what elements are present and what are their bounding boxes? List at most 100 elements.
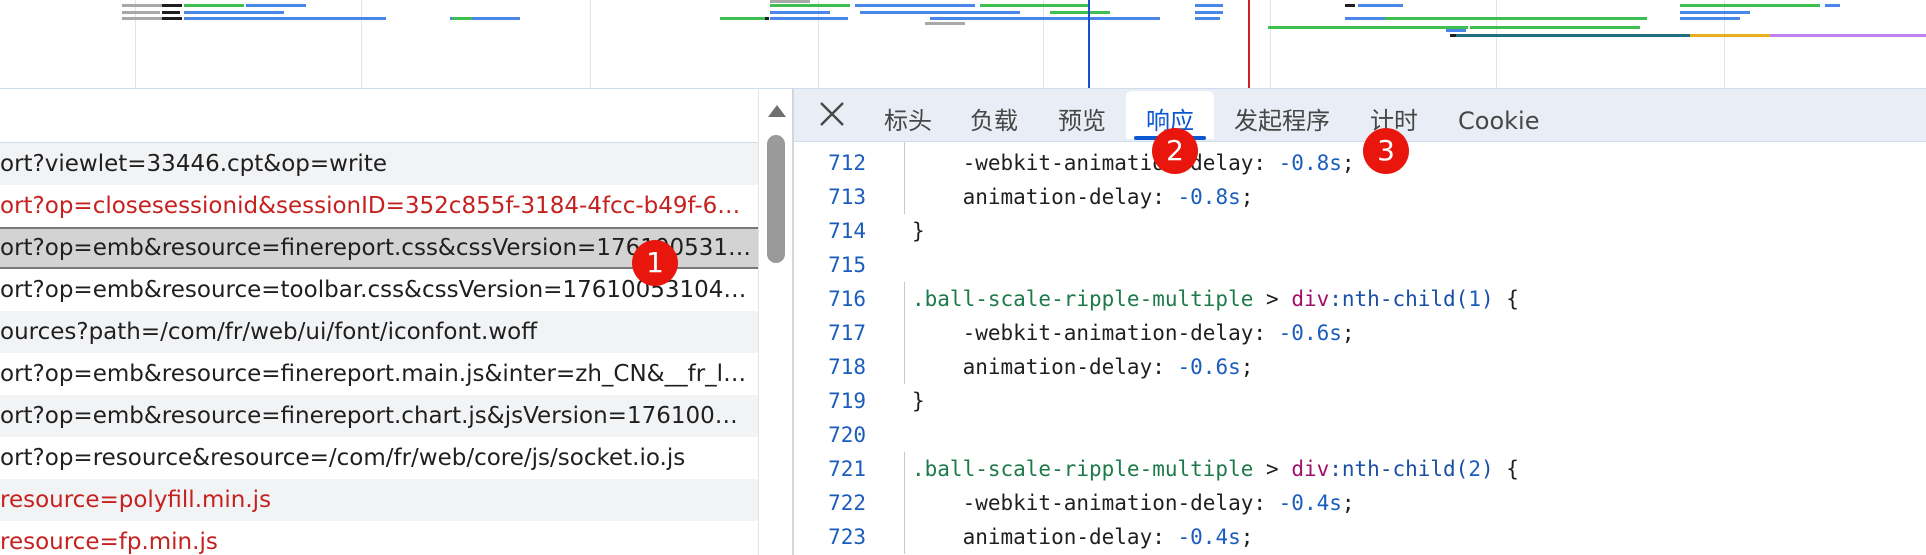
request-list-scrollbar[interactable] [758,89,792,555]
request-row[interactable]: ort?op=emb&resource=finereport.main.js&i… [0,353,758,395]
timeline-bar [770,0,810,3]
indent-guide [904,142,905,214]
close-icon[interactable] [816,98,848,130]
timeline-bar [770,11,830,14]
timeline-bar [1470,26,1640,29]
timeline-bar [1050,11,1110,14]
line-number: 720 [828,423,866,447]
timeline-bar [1195,17,1220,20]
timeline-bar [162,17,182,20]
timeline-bar [770,4,850,7]
timeline-bar [1770,34,1926,37]
code-text: .ball-scale-ripple-multiple > div:nth-ch… [912,282,1519,316]
code-token: -0.6s [1177,355,1241,379]
code-token: ) [1480,457,1494,481]
code-token: -0.4s [1177,525,1241,549]
timeline-bar [980,4,1090,7]
code-token: 2 [1468,457,1481,481]
code-token: -0.8s [1177,185,1241,209]
timeline-bar [720,17,765,20]
response-code-view[interactable]: 712 -webkit-animation-delay: -0.8s; 713 a… [794,142,1926,555]
timeline-bar [184,11,284,14]
code-token: -0.6s [1278,321,1342,345]
tab-payload[interactable]: 负载 [950,91,1038,139]
line-number: 717 [828,321,866,345]
code-text: -webkit-animation-delay: -0.6s; [912,316,1355,350]
timeline-bar [1345,17,1385,20]
code-token: :nth-child( [1329,287,1469,311]
load-event-marker [1248,0,1250,88]
scrollbar-thumb[interactable] [767,135,785,263]
timeline-bar [1345,4,1355,7]
timeline-bar [1680,17,1740,20]
line-number: 719 [828,389,866,413]
code-text: } [912,214,925,248]
code-token: -webkit-animation-delay: [912,151,1279,175]
code-text: -webkit-animation-delay: -0.8s; [912,146,1355,180]
timeline-bar [122,17,162,20]
timeline-bar [184,17,386,20]
code-token: animation-delay: [912,525,1178,549]
request-row[interactable]: resource=fp.min.js [0,521,758,555]
timeline-bar [860,11,1020,14]
timeline-bar [1680,4,1820,7]
timeline-bar [925,22,965,25]
code-token: ; [1240,355,1254,379]
code-text: } [912,384,925,418]
scroll-up-arrow-icon[interactable] [768,105,786,117]
timeline-bar [162,4,182,7]
timeline-bar [1358,4,1403,7]
tab-initiator[interactable]: 发起程序 [1214,91,1350,139]
code-token: ; [1240,185,1254,209]
code-token: :nth-child( [1329,457,1469,481]
code-token: 1 [1468,287,1481,311]
code-token: -0.4s [1278,491,1342,515]
timeline-bar [1680,11,1750,14]
code-token: ) [1480,287,1494,311]
code-token: .ball-scale-ripple-multiple [912,287,1254,311]
code-token: -0.8s [1278,151,1342,175]
indent-guide [904,452,905,554]
timeline-bar [184,4,244,7]
request-list-header [0,89,758,143]
request-row[interactable]: ort?op=emb&resource=finereport.chart.js&… [0,395,758,437]
code-token: animation-delay: [912,355,1178,379]
code-token: div [1291,457,1330,481]
code-text: animation-delay: -0.6s; [912,350,1254,384]
line-number: 722 [828,491,866,515]
code-token: } [912,389,925,413]
request-row[interactable]: ources?path=/com/fr/web/ui/font/iconfont… [0,311,758,353]
timeline-bar [1690,34,1770,37]
request-row[interactable]: resource=polyfill.min.js [0,479,758,521]
timeline-bar [1446,29,1466,32]
line-number: 723 [828,525,866,549]
dom-content-loaded-marker [1088,0,1090,88]
line-number: 715 [828,253,866,277]
code-text: animation-delay: -0.8s; [912,180,1254,214]
code-token: } [912,219,925,243]
code-token: ; [1341,491,1355,515]
request-row[interactable]: ort?viewlet=33446.cpt&op=write [0,143,758,185]
tab-headers[interactable]: 标头 [864,91,952,139]
timeline-grid-line [590,0,591,88]
code-token: { [1493,457,1519,481]
timeline-bar [122,4,162,7]
detail-tab-bar: 标头 负载 预览 响应 发起程序 计时 Cookie [794,89,1926,142]
code-token: > [1253,457,1292,481]
code-token: .ball-scale-ripple-multiple [912,457,1254,481]
tab-cookies[interactable]: Cookie [1438,91,1559,139]
request-row[interactable]: ort?op=resource&resource=/com/fr/web/cor… [0,437,758,479]
timeline-bar [1825,4,1840,7]
code-token: ; [1240,525,1254,549]
request-row[interactable]: ort?op=closesessionid&sessionID=352c855f… [0,185,758,227]
timeline-bar [1195,4,1223,7]
code-token: ; [1341,151,1355,175]
tab-preview[interactable]: 预览 [1038,91,1126,139]
timeline-grid-line [361,0,362,88]
timeline-bar [765,17,769,20]
line-number: 714 [828,219,866,243]
network-timeline-overview[interactable] [0,0,1926,89]
timeline-bar [855,4,975,7]
timeline-bar [1100,17,1160,20]
code-text: .ball-scale-ripple-multiple > div:nth-ch… [912,452,1519,486]
